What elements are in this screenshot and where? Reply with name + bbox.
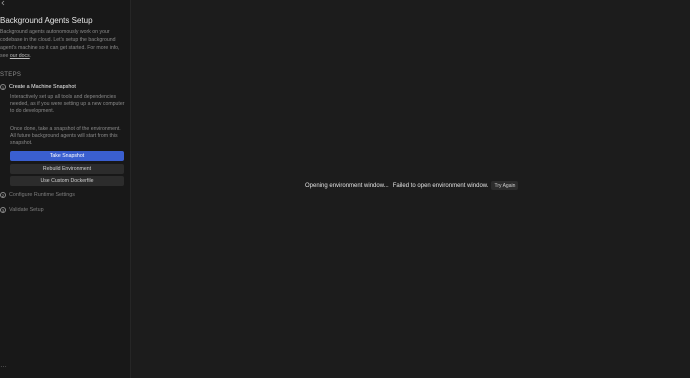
docs-link[interactable]: our docs	[10, 53, 30, 59]
step-number-badge: 2	[0, 192, 6, 198]
setup-sidebar: Background Agents Setup Background agent…	[0, 0, 131, 378]
step-instructions-snapshot: Once done, take a snapshot of the enviro…	[10, 126, 121, 147]
environment-panel: Opening environment window... Failed to …	[131, 0, 690, 378]
step-label: Create a Machine Snapshot	[9, 84, 76, 90]
step-configure-runtime[interactable]: 2 Configure Runtime Settings	[0, 192, 75, 198]
ellipsis-icon[interactable]: …	[0, 362, 7, 369]
chevron-left-icon[interactable]	[0, 0, 8, 8]
step-label: Validate Setup	[9, 207, 44, 213]
step-validate-setup[interactable]: 3 Validate Setup	[0, 207, 44, 213]
page-title: Background Agents Setup	[0, 16, 93, 25]
setup-description: Background agents autonomously work on y…	[0, 28, 128, 60]
environment-status: Opening environment window... Failed to …	[305, 181, 519, 190]
app-window: Background Agents Setup Background agent…	[0, 0, 690, 378]
description-end: .	[29, 53, 32, 59]
step-label: Configure Runtime Settings	[9, 192, 75, 198]
take-snapshot-button[interactable]: Take Snapshot	[10, 151, 124, 161]
try-again-button[interactable]: Try Again	[491, 181, 519, 190]
step-number-badge: 3	[0, 207, 6, 213]
step-instructions: Interactively set up all tools and depen…	[10, 94, 125, 115]
status-opening: Opening environment window...	[305, 182, 389, 189]
rebuild-environment-button[interactable]: Rebuild Environment	[10, 164, 124, 174]
step-number-badge: 1	[0, 84, 6, 90]
steps-heading: STEPS	[0, 72, 22, 78]
use-custom-dockerfile-button[interactable]: Use Custom Dockerfile	[10, 176, 124, 186]
step-create-snapshot[interactable]: 1 Create a Machine Snapshot	[0, 84, 76, 90]
status-failed: Failed to open environment window.	[392, 182, 489, 189]
